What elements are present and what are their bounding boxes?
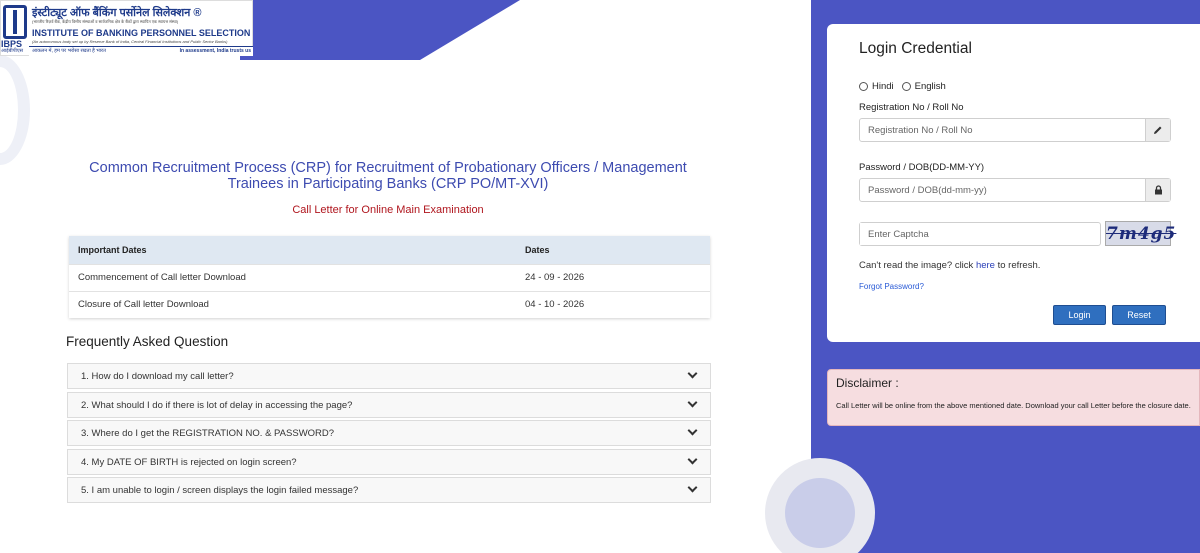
table-cell-event: Commencement of Call letter Download: [69, 263, 515, 291]
table-row: Commencement of Call letter Download 24 …: [69, 263, 710, 291]
page-subtitle: Call Letter for Online Main Examination: [292, 204, 484, 216]
table-cell-date: 24 - 09 - 2026: [515, 263, 710, 291]
radio-english[interactable]: [901, 82, 911, 91]
captcha-input[interactable]: [860, 223, 1092, 245]
table-header-dates: Dates: [515, 236, 710, 264]
login-button[interactable]: Login: [1053, 305, 1106, 325]
faq-question: 4. My DATE OF BIRTH is rejected on login…: [81, 456, 297, 468]
faq-item-login-failed[interactable]: 5. I am unable to login / screen display…: [67, 477, 711, 503]
language-selector: Hindi English: [859, 81, 954, 92]
faq-title: Frequently Asked Question: [66, 334, 229, 349]
faq-item-page-delay[interactable]: 2. What should I do if there is lot of d…: [67, 391, 711, 418]
decorative-circle: [0, 55, 30, 165]
table-header-row: Important Dates Dates: [69, 236, 710, 264]
table-cell-date: 04 - 10 - 2026: [515, 290, 710, 318]
login-card: Login Credential Hindi English Registrat…: [827, 24, 1200, 342]
radio-hindi-label: Hindi: [872, 81, 894, 92]
disclaimer-title: Disclaimer :: [836, 376, 899, 390]
ibps-logo: IBPS आईबीपीएस इंस्टीट्यूट ऑफ बैंकिंग पर्…: [0, 0, 253, 56]
faq-item-download-call-letter[interactable]: 1. How do I download my call letter?: [67, 363, 711, 389]
logo-hindi-subtitle: (भारतीय रिज़र्व बैंक, केंद्रीय वित्तीय स…: [32, 19, 179, 24]
ibps-emblem-icon: [3, 5, 27, 39]
chevron-down-icon: [687, 454, 698, 464]
refresh-prefix: Can't read the image? click: [859, 260, 974, 271]
logo-abbr-hindi: आईबीपीएस: [1, 48, 23, 54]
disclaimer-text: Call Letter will be online from the abov…: [836, 401, 1191, 410]
chevron-down-icon: [687, 368, 698, 379]
logo-tagline-hindi: आकलन में, हम पर भरोसा रखता है भारत: [32, 48, 106, 54]
logo-english-name: INSTITUTE OF BANKING PERSONNEL SELECTION: [32, 28, 251, 38]
page-title: Common Recruitment Process (CRP) for Rec…: [89, 160, 687, 192]
chevron-down-icon: [687, 425, 698, 436]
faq-item-dob-rejected[interactable]: 4. My DATE OF BIRTH is rejected on login…: [67, 448, 711, 475]
login-title: Login Credential: [859, 40, 972, 57]
pencil-icon: [1145, 119, 1170, 141]
registration-input-group: [859, 118, 1171, 142]
logo-english-subtitle: (An autonomous body set up by Reserve Ba…: [32, 39, 228, 44]
decorative-circle: [785, 478, 855, 548]
captcha-input-group: [859, 222, 1101, 246]
faq-question: 5. I am unable to login / screen display…: [81, 485, 359, 496]
important-dates-table: Important Dates Dates Commencement of Ca…: [69, 236, 710, 318]
faq-list: 1. How do I download my call letter? 2. …: [67, 363, 711, 506]
lock-icon: [1145, 179, 1170, 201]
password-input-group: [859, 178, 1171, 202]
disclaimer-box: Disclaimer : Call Letter will be online …: [827, 369, 1200, 426]
captcha-refresh-link[interactable]: here: [976, 260, 995, 271]
table-header-event: Important Dates: [69, 236, 515, 264]
refresh-suffix: to refresh.: [997, 260, 1041, 271]
chevron-down-icon: [687, 482, 698, 493]
table-cell-event: Closure of Call letter Download: [69, 290, 515, 318]
registration-input[interactable]: [860, 119, 1144, 141]
radio-hindi[interactable]: [859, 82, 868, 91]
faq-question: 1. How do I download my call letter?: [81, 371, 234, 382]
forgot-password-link[interactable]: Forgot Password?: [859, 282, 924, 291]
chevron-down-icon: [687, 397, 698, 407]
captcha-refresh-text: Can't read the image? click here to refr…: [859, 260, 1040, 271]
faq-item-registration-password[interactable]: 3. Where do I get the REGISTRATION NO. &…: [67, 420, 711, 446]
password-input[interactable]: [860, 179, 1144, 201]
logo-hindi-name: इंस्टीट्यूट ऑफ बैंकिंग पर्सोनेल सिलेक्शन…: [32, 7, 202, 19]
password-label: Password / DOB(DD-MM-YY): [859, 162, 985, 173]
faq-question: 3. Where do I get the REGISTRATION NO. &…: [81, 428, 335, 439]
logo-tagline-english: In assessment, India trusts us: [179, 48, 251, 54]
registration-label: Registration No / Roll No: [859, 102, 964, 113]
table-row: Closure of Call letter Download 04 - 10 …: [69, 290, 710, 318]
reset-button[interactable]: Reset: [1112, 305, 1166, 325]
faq-question: 2. What should I do if there is lot of d…: [81, 399, 353, 411]
logo-tagline-bar: आकलन में, हम पर भरोसा रखता है भारत In as…: [29, 46, 253, 56]
captcha-image: 7m4g5: [1105, 221, 1175, 246]
radio-english-label: English: [914, 81, 946, 92]
